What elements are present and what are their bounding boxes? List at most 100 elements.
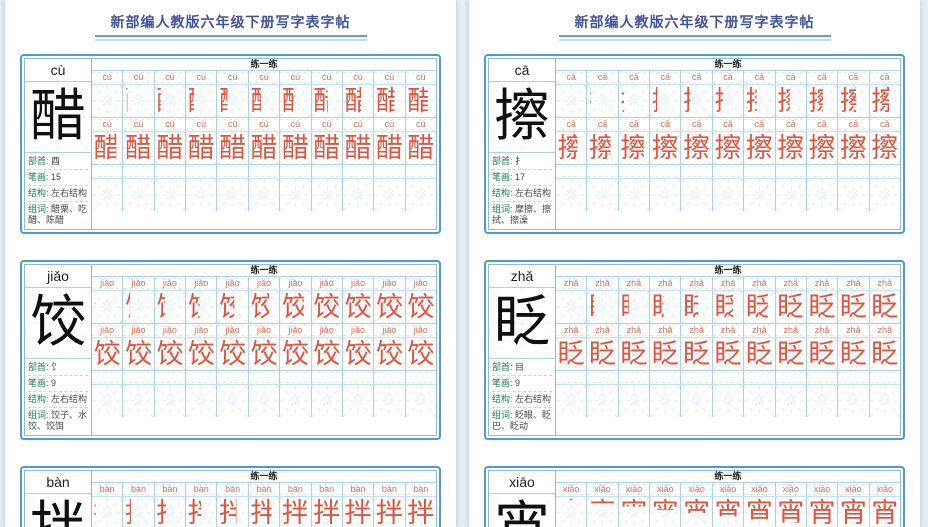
stroke-cell: 眨 [805,291,837,323]
pinyin-cell: bàn [185,483,217,496]
pinyin-cell: zhǎ [774,324,806,337]
practice-cell: 眨 [586,338,617,370]
empty-pinyin-cell [617,165,650,178]
practice-glyph: 醋 [375,133,403,163]
practice-glyph: 眨 [589,339,617,369]
empty-cell [373,179,404,211]
model-character-box: 饺 [25,288,91,359]
pinyin-cell: jiǎo [185,324,217,337]
empty-pinyin-cell [92,371,123,384]
info-line-结构: 结构: 左右结构 [28,392,88,408]
info-line-笔画: 笔画: 17 [492,170,552,186]
pinyin-cell: cù [92,71,123,84]
stroke-cell: 眨 [556,291,586,323]
stroke-cell: 擦 [617,85,649,117]
model-character: 眨 [494,292,550,354]
empty-pinyin-cell [556,165,587,178]
practice-glyph: 饺 [407,292,435,322]
empty-pinyin-cell [837,165,869,178]
pinyin-cell: cù [404,71,436,84]
empty-cell [837,179,868,211]
pinyin-cell: cā [743,118,775,131]
empty-pinyin-cell [310,165,342,178]
practice-cell: 醋 [185,132,216,164]
practice-glyph: 饺 [313,339,341,369]
pinyin-cell: cā [774,71,806,84]
info-line-组词: 组词: 眨眼、眨巴、眨动 [492,408,552,434]
info-line-部首: 部首: 目 [492,360,552,376]
practice-glyph: 眨 [839,339,867,369]
empty-pinyin-cell [122,371,154,384]
stroke-cell: 擦 [805,85,837,117]
practice-grid: 练一练cùcùcùcùcùcùcùcùcùcùcù醋醋醋醋醋醋醋醋醋醋醋cùcù… [92,59,436,229]
info-line-结构: 结构: 左右结构 [492,392,552,408]
pinyin-cell: cù [122,71,154,84]
rice-grid-guides [249,179,279,211]
character-block-宵: xiāo宵练一练xiāoxiāoxiāoxiāoxiāoxiāoxiāoxiāo… [484,466,905,527]
pinyin-cell: jiǎo [122,324,154,337]
empty-pinyin-cell [341,371,374,384]
stroke-progress-glyph: 宵 [808,498,836,527]
stroke-progress-glyph: 拌 [281,498,309,527]
practice-grid: 练一练cācācācācācācācācācācā擦擦擦擦擦擦擦擦擦擦擦cācā… [556,59,900,229]
pinyin-cell: jiǎo [122,277,154,290]
pinyin-cell: bàn [341,483,374,496]
empty-pinyin-cell [805,371,838,384]
pinyin-row: jiǎo jiǎo jiǎo jiǎo jiǎo jiǎo jiǎo jiǎo jiǎo jiǎo… [92,324,436,338]
stroke-cell: 擦 [586,85,617,117]
stroke-progress-glyph: 擦 [683,133,711,163]
practice-glyph: 醋 [281,133,309,163]
practice-cell: 擦 [805,132,837,164]
practice-glyph: 眨 [683,339,711,369]
empty-pinyin-cell [122,165,154,178]
practice-cell: 饺 [373,338,404,370]
rice-grid-guides [744,385,774,417]
stroke-row: 拌拌拌拌拌拌拌拌拌拌拌 [92,497,436,527]
pinyin-label: jiǎo [25,265,91,288]
empty-cell [868,385,900,417]
stroke-cell: 醋 [404,85,436,117]
stroke-cell: 拌 [216,497,247,527]
practice-cell: 醋 [341,132,373,164]
pinyin-row: jiǎo jiǎo jiǎo jiǎo jiǎo jiǎo jiǎo jiǎo jiǎo jiǎo… [92,277,436,291]
empty-cell [122,179,153,211]
rice-grid-guides [587,179,617,211]
pinyin-cell: jiǎo [373,324,405,337]
stroke-row: 眨眨眨眨眨眨眨眨眨眨眨 [556,291,900,324]
stroke-cell: 醋 [216,85,247,117]
practice-glyph: 拌 [407,498,435,527]
underline-light [94,39,367,41]
pinyin-cell: xiāo [556,483,587,496]
pinyin-cell: zhǎ [649,277,681,290]
practice-cell: 饺 [185,338,216,370]
rice-grid-guides [92,291,122,323]
empty-pinyin-cell [247,371,280,384]
character-block-眨: zhǎ 眨部首: 目笔画: 9 结构: 左右结构 组词: 眨眼、眨巴、眨动 练一练 zhǎ… [484,260,905,440]
pinyin-cell: xiāo [774,483,806,496]
empty-cell [216,385,247,417]
practice-cell: 醋 [404,132,436,164]
title-underline [94,35,367,41]
info-value: 左右结构 [51,394,88,404]
underline-light [558,39,831,41]
info-line-组词: 组词: 醋栗、吃醋、陈醋 [28,202,88,228]
info-label: 结构: [28,394,52,404]
empty-cell [153,179,185,211]
page-title: 新部编人教版六年级下册写字表字帖 [574,14,815,30]
pinyin-cell: jiǎo [341,324,374,337]
practice-cell: 饺 [310,338,342,370]
practice-grid: 练一练 zhǎ zhǎ zhǎ zhǎ zhǎ zhǎ zhǎ zhǎ zhǎ zhǎ zhǎ 眨眨眨眨… [556,265,900,435]
practice-cell: 饺 [279,338,310,370]
practice-cell: 醋 [279,132,310,164]
empty-cell [617,179,649,211]
pinyin-cell: jiǎo [404,277,436,290]
empty-cell [805,385,837,417]
empty-pinyin-cell [216,165,248,178]
info-label: 结构: [28,188,52,198]
empty-pinyin-cell [279,371,311,384]
pinyin-cell: zhǎ [868,277,900,290]
rice-grid-guides [838,179,868,211]
info-label: 组词: [492,410,516,420]
pinyin-label: cù [25,59,91,82]
rice-grid-guides [186,385,216,417]
